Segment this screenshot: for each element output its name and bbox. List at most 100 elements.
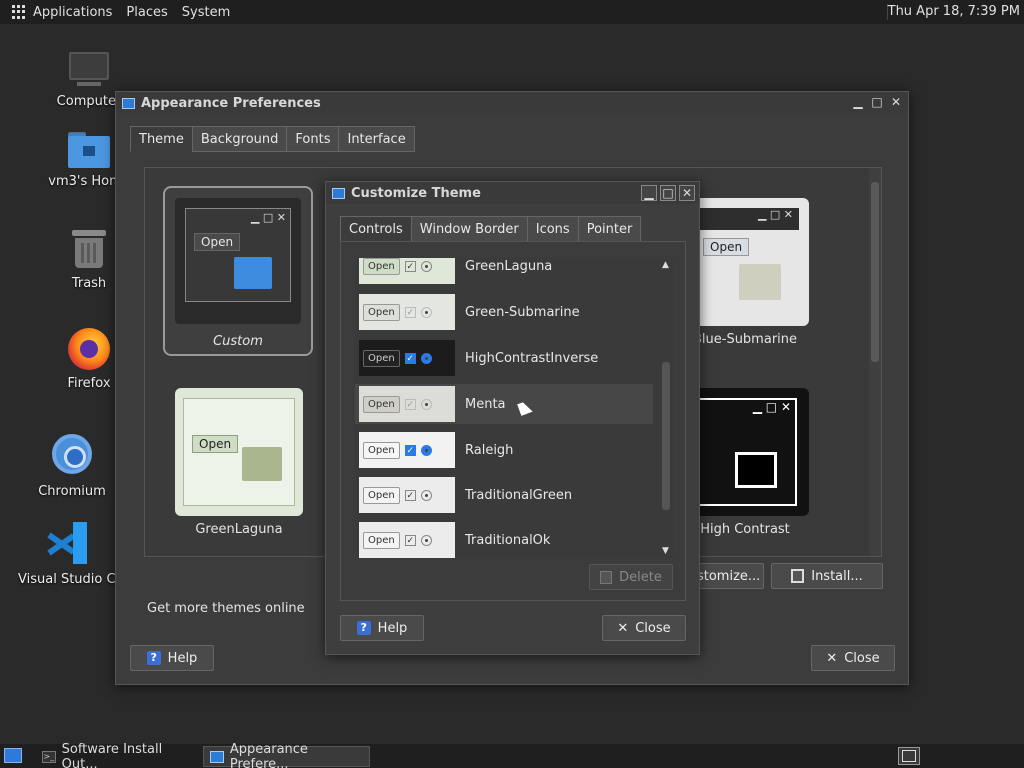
dialog-minimize-button[interactable]: ▁ xyxy=(641,185,657,201)
vscode-icon xyxy=(47,522,89,564)
checkbox-icon: ✓ xyxy=(404,444,416,456)
help-button[interactable]: ? Help xyxy=(130,645,214,671)
preview-open-label: Open xyxy=(363,531,400,549)
scroll-up-icon[interactable]: ▲ xyxy=(662,260,669,270)
theme-preview-swatch: Open ✓ xyxy=(359,294,455,330)
theme-preview-high-contrast: ▁ □ ✕ xyxy=(695,388,809,516)
tab-interface[interactable]: Interface xyxy=(338,126,415,152)
tab-controls[interactable]: Controls xyxy=(340,216,412,242)
folder-icon xyxy=(234,257,272,289)
theme-preview-swatch: Open ✓ xyxy=(359,340,455,376)
theme-preview-swatch: Open ✓ xyxy=(359,522,455,558)
menu-places[interactable]: Places xyxy=(126,5,167,20)
theme-name: TraditionalOk xyxy=(465,532,551,548)
help-icon: ? xyxy=(356,621,371,635)
desktop-icon-label: Chromium xyxy=(38,484,106,499)
theme-label-custom: Custom xyxy=(213,334,263,349)
taskbar: >_ Software Install Out... Appearance Pr… xyxy=(0,742,1024,768)
theme-card-high-contrast[interactable]: ▁ □ ✕ High Contrast xyxy=(675,388,855,548)
radio-icon xyxy=(420,444,432,456)
tab-fonts[interactable]: Fonts xyxy=(286,126,340,152)
list-item[interactable]: Open ✓ TraditionalGreen xyxy=(355,475,653,515)
dialog-help-button[interactable]: ? Help xyxy=(340,615,424,641)
dialog-close-button[interactable]: ✕ Close xyxy=(602,615,686,641)
radio-icon xyxy=(420,260,432,272)
dialog-maximize-button[interactable]: □ xyxy=(660,185,676,201)
radio-icon xyxy=(420,534,432,546)
help-icon: ? xyxy=(146,651,161,665)
close-icon: ✕ xyxy=(826,650,838,666)
trash-icon xyxy=(72,228,106,270)
appearance-tabs: Theme Background Fonts Interface xyxy=(130,126,415,152)
customize-theme-dialog: Customize Theme ▁ □ ✕ Controls Window Bo… xyxy=(325,181,700,655)
checkbox-icon: ✓ xyxy=(404,534,416,546)
appearance-app-icon xyxy=(210,750,224,763)
theme-card-blue-submarine[interactable]: ▁ □ ✕ Open Blue-Submarine xyxy=(675,198,855,358)
radio-icon xyxy=(420,352,432,364)
tab-window-border[interactable]: Window Border xyxy=(410,216,528,242)
preview-open-label: Open xyxy=(363,486,400,504)
delete-button[interactable]: Delete xyxy=(589,564,673,590)
firefox-icon xyxy=(68,328,110,370)
checkbox-icon: ✓ xyxy=(404,306,416,318)
dialog-close-window-button[interactable]: ✕ xyxy=(679,185,695,201)
theme-grid-scrollbar[interactable] xyxy=(869,168,881,556)
desktop-icon-vscode[interactable]: Visual Studio Code xyxy=(18,522,118,587)
close-button[interactable]: ✕ Close xyxy=(811,645,895,671)
menu-applications[interactable]: Applications xyxy=(33,5,112,20)
window-titlebar[interactable]: Appearance Preferences xyxy=(116,92,908,114)
radio-icon xyxy=(420,398,432,410)
scroll-down-icon[interactable]: ▼ xyxy=(662,546,669,556)
computer-icon xyxy=(69,52,109,86)
taskbar-task-software-install[interactable]: >_ Software Install Out... xyxy=(36,742,198,768)
tab-theme[interactable]: Theme xyxy=(130,126,193,152)
preview-open-label: Open xyxy=(363,258,400,275)
close-window-button[interactable]: ✕ xyxy=(888,95,904,111)
install-icon xyxy=(791,569,805,583)
theme-label-greenlaguna: GreenLaguna xyxy=(195,522,283,537)
taskbar-task-appearance[interactable]: Appearance Prefere... xyxy=(203,742,370,768)
desktop-icon-label: Visual Studio Code xyxy=(18,572,118,587)
theme-preview-swatch: Open ✓ xyxy=(359,258,455,284)
theme-name: Menta xyxy=(465,396,506,412)
theme-list-scrollbar[interactable]: ▲ ▼ xyxy=(659,258,673,558)
checkbox-icon: ✓ xyxy=(404,352,416,364)
tab-pointer[interactable]: Pointer xyxy=(577,216,642,242)
theme-name: Raleigh xyxy=(465,442,514,458)
close-icon: ✕ xyxy=(617,620,629,636)
list-item[interactable]: Open ✓ Raleigh xyxy=(355,430,653,470)
checkbox-icon: ✓ xyxy=(404,260,416,272)
theme-card-greenlaguna[interactable]: Open GreenLaguna xyxy=(175,388,305,548)
list-item[interactable]: Open ✓ TraditionalOk xyxy=(355,520,653,558)
window-app-icon xyxy=(122,97,135,109)
tab-background[interactable]: Background xyxy=(191,126,288,152)
dialog-close-button-label: Close xyxy=(635,620,671,636)
list-item[interactable]: Open ✓ Menta xyxy=(355,384,653,424)
home-folder-icon xyxy=(68,132,110,168)
workspace-switcher[interactable] xyxy=(898,747,920,765)
desktop-icon-chromium[interactable]: Chromium xyxy=(17,434,127,499)
install-button-label: Install... xyxy=(811,568,863,584)
preview-open-label: Open xyxy=(703,238,750,256)
maximize-button[interactable]: □ xyxy=(869,95,885,111)
preview-open-label: Open xyxy=(194,233,241,251)
list-item[interactable]: Open ✓ GreenLaguna xyxy=(355,258,653,284)
help-button-label: Help xyxy=(167,650,198,666)
menu-system[interactable]: System xyxy=(182,5,230,20)
clock[interactable]: Thu Apr 18, 7:39 PM xyxy=(888,4,1020,19)
list-item[interactable]: Open ✓ HighContrastInverse xyxy=(355,338,653,378)
minimize-button[interactable]: ▁ xyxy=(850,95,866,111)
list-item[interactable]: Open ✓ Green-Submarine xyxy=(355,292,653,332)
tab-icons[interactable]: Icons xyxy=(526,216,579,242)
install-button[interactable]: Install... xyxy=(771,563,883,589)
show-desktop-icon[interactable] xyxy=(4,748,22,763)
applications-grid-icon[interactable] xyxy=(12,5,26,19)
theme-name: GreenLaguna xyxy=(465,258,553,274)
preview-open-label: Open xyxy=(363,349,400,367)
delete-icon xyxy=(600,570,613,584)
theme-preview-custom: ▁ □ ✕ Open xyxy=(175,198,301,324)
theme-card-custom[interactable]: ▁ □ ✕ Open Custom xyxy=(163,186,313,356)
task-label: Software Install Out... xyxy=(61,741,163,768)
top-panel: Applications Places System Thu Apr 18, 7… xyxy=(0,0,1024,24)
get-more-themes-link[interactable]: Get more themes online xyxy=(147,601,305,616)
